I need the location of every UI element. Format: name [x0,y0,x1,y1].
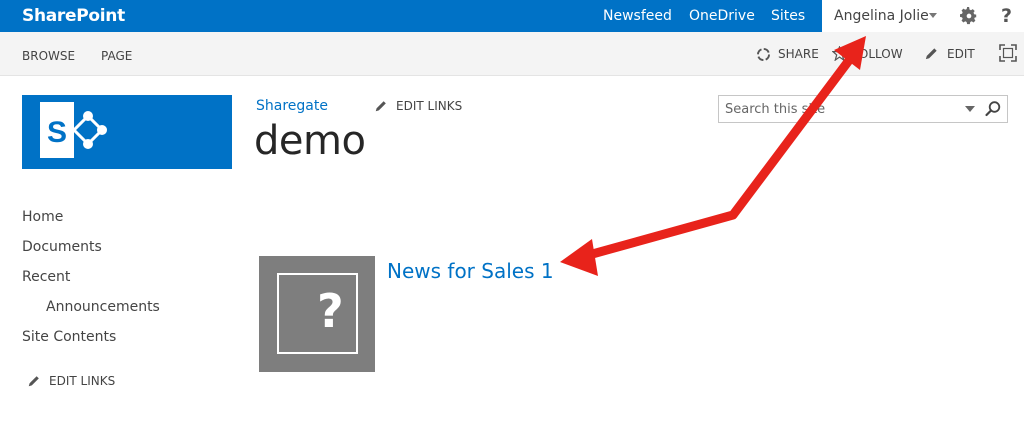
ribbon-bar: BROWSE PAGE SHARE FOLLOW EDIT [0,32,1024,76]
edit-pencil-icon [925,48,937,60]
chevron-down-icon [929,13,937,18]
suite-link-sites[interactable]: Sites [771,8,805,24]
help-button[interactable]: ? [987,0,1024,32]
arrowhead-bottom [560,239,598,276]
nav-item-announcements[interactable]: Announcements [46,299,160,315]
sharepoint-brand-link[interactable]: SharePoint [22,6,125,26]
search-box [718,95,1008,123]
share-label: SHARE [778,47,819,61]
site-title[interactable]: demo [254,118,366,164]
suite-link-newsfeed[interactable]: Newsfeed [603,8,672,24]
suite-bar: SharePoint Newsfeed OneDrive Sites Angel… [0,0,1024,32]
nav-item-documents[interactable]: Documents [22,239,102,255]
edit-links-left-label: EDIT LINKS [49,374,116,388]
top-nav-link-sharegate[interactable]: Sharegate [256,98,328,114]
site-logo[interactable]: S [22,95,232,169]
suite-link-onedrive[interactable]: OneDrive [689,8,755,24]
user-menu[interactable]: Angelina Jolie [822,0,950,32]
tab-page[interactable]: PAGE [101,49,132,63]
user-name: Angelina Jolie [834,8,929,24]
news-title-link[interactable]: News for Sales 1 [387,259,554,283]
unknown-image-icon: ? [317,284,344,338]
share-icon [757,48,770,61]
search-input[interactable] [725,99,963,119]
nav-item-home[interactable]: Home [22,209,63,225]
gear-icon [960,7,977,25]
edit-pencil-icon [28,376,39,387]
edit-pencil-icon [375,101,386,112]
edit-label: EDIT [947,47,975,61]
edit-links-top-label: EDIT LINKS [396,99,463,113]
follow-star-icon [832,46,847,61]
news-thumbnail[interactable]: ? [259,256,375,372]
settings-button[interactable] [950,0,987,32]
nav-item-recent[interactable]: Recent [22,269,70,285]
focus-on-content-icon [999,44,1017,62]
tab-browse[interactable]: BROWSE [22,49,75,63]
sharepoint-logo-icon: S [40,102,107,158]
search-icon[interactable] [984,100,1002,118]
nav-item-site-contents[interactable]: Site Contents [22,329,116,345]
follow-label: FOLLOW [852,47,903,61]
help-icon: ? [1001,5,1013,27]
logo-letter: S [47,116,67,149]
search-scope-dropdown-icon[interactable] [965,106,975,112]
